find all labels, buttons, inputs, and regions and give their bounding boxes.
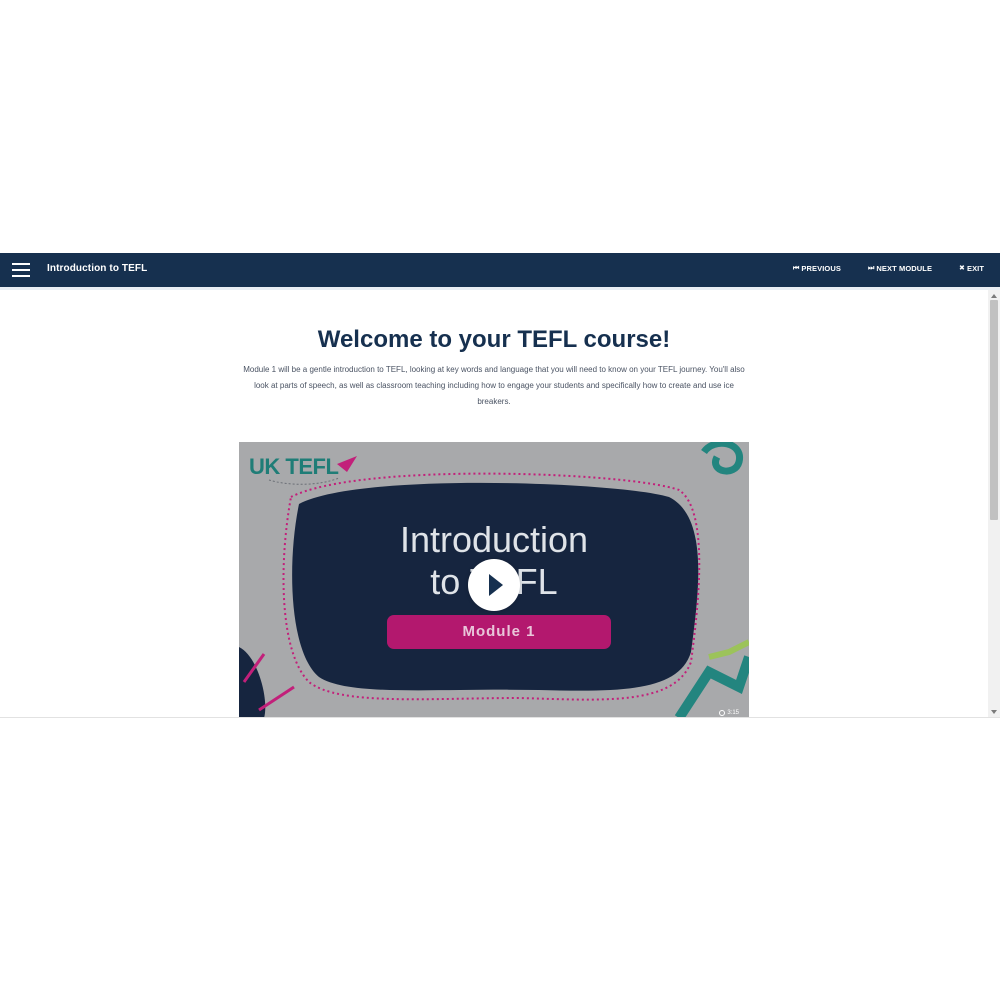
exit-button[interactable]: ✖ EXIT xyxy=(959,264,984,273)
vertical-scrollbar[interactable] xyxy=(988,290,1000,718)
video-duration: 3:15 xyxy=(719,710,739,716)
frame-bottom-divider xyxy=(0,717,1000,718)
scroll-up-icon[interactable] xyxy=(991,294,997,298)
clock-icon xyxy=(719,710,726,716)
play-button[interactable] xyxy=(468,559,520,611)
close-icon: ✖ xyxy=(959,265,965,272)
skip-back-icon: ⏮ xyxy=(793,265,800,272)
video-player[interactable]: UK TEFL Introduction to TEFL Module 1 3:… xyxy=(239,442,749,718)
module-label: Module 1 xyxy=(387,615,611,649)
previous-label: PREVIOUS xyxy=(801,264,841,273)
lesson-content: Welcome to your TEFL course! Module 1 wi… xyxy=(0,290,988,718)
previous-button[interactable]: ⏮ PREVIOUS xyxy=(793,264,841,273)
next-module-button[interactable]: ⏭ NEXT MODULE xyxy=(868,264,932,273)
intro-text: Module 1 will be a gentle introduction t… xyxy=(243,365,745,406)
course-title: Introduction to TEFL xyxy=(47,263,148,274)
page-title: Welcome to your TEFL course! xyxy=(317,326,671,353)
next-module-label: NEXT MODULE xyxy=(876,264,933,273)
video-title-line-1: Introduction xyxy=(399,519,589,560)
scroll-down-icon[interactable] xyxy=(991,710,997,714)
skip-forward-icon: ⏭ xyxy=(868,265,875,272)
menu-icon[interactable] xyxy=(12,263,30,277)
top-navigation-bar: Introduction to TEFL ⏮ PREVIOUS ⏭ NEXT M… xyxy=(0,253,1000,290)
course-player: Introduction to TEFL ⏮ PREVIOUS ⏭ NEXT M… xyxy=(0,253,1000,718)
scrollbar-thumb[interactable] xyxy=(990,300,998,520)
duration-text: 3:15 xyxy=(727,710,739,716)
uk-tefl-logo: UK TEFL xyxy=(249,454,339,479)
exit-label: EXIT xyxy=(966,264,985,273)
